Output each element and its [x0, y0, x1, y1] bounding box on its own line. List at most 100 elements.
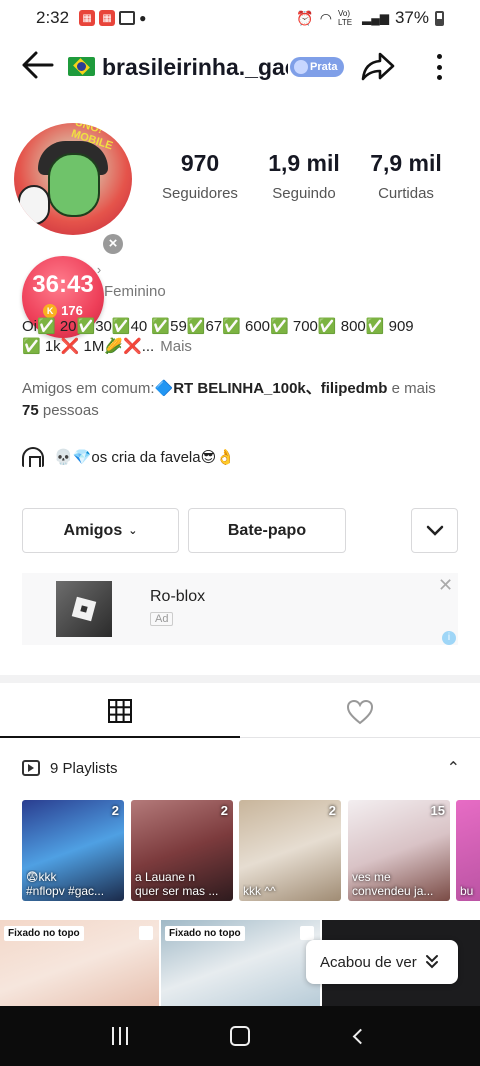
- dot-icon: [436, 75, 442, 80]
- playlist-count: 15: [430, 803, 445, 818]
- playlist-caption: bu: [460, 884, 474, 898]
- ad-tag: Ad: [150, 612, 174, 626]
- status-right: ⏰ ◠ Vo) LTE ▂▄▆ 37%: [296, 8, 444, 28]
- system-nav-bar: [0, 1006, 480, 1066]
- playlist-card[interactable]: 2 😨kkk #nflopv #gac...: [22, 800, 124, 901]
- video-thumbnail[interactable]: Fixado no topo: [0, 920, 159, 1006]
- mutual-prefix: Amigos em comum:: [22, 380, 155, 397]
- coin-icon: K: [43, 303, 58, 318]
- battery-icon: [435, 10, 444, 26]
- playlist-count: 2: [328, 803, 336, 818]
- group-name: 💀💎os cria da favela😎👌: [54, 449, 235, 466]
- mutual-count-suffix: pessoas: [38, 402, 99, 419]
- notification-icons: ▦ ▦ ●: [79, 10, 146, 26]
- arrow-left-icon: [22, 51, 54, 79]
- bio-line-1: Oi✅ 20✅30✅40 ✅59✅67✅ 600✅ 700✅ 800✅ 909: [22, 318, 414, 335]
- avatar-face: [48, 153, 100, 217]
- bio: Oi✅ 20✅30✅40 ✅59✅67✅ 600✅ 700✅ 800✅ 909 …: [22, 317, 462, 357]
- playlist-card[interactable]: bu: [456, 800, 480, 901]
- brazil-flag-icon: [68, 57, 95, 76]
- recents-button[interactable]: [105, 1021, 135, 1051]
- pin-icon: [139, 926, 153, 940]
- image-icon: [119, 11, 136, 25]
- bio-line-2-text: ✅ 1k❌ 1M🌽❌...: [22, 338, 155, 355]
- mutual-friends[interactable]: Amigos em comum:🔷RT BELINHA_100k、filiped…: [22, 378, 462, 422]
- likes-stat[interactable]: 7,9 mil Curtidas: [358, 150, 454, 202]
- more-options-button[interactable]: [428, 50, 450, 84]
- bio-more-link[interactable]: Mais: [160, 338, 192, 355]
- suggestions-toggle-button[interactable]: [411, 508, 458, 553]
- clock: 2:32: [36, 8, 70, 27]
- playlist-caption: ves me convendeu ja...: [352, 870, 434, 898]
- close-icon[interactable]: ×: [103, 234, 123, 254]
- home-icon: [230, 1026, 250, 1046]
- ad-banner[interactable]: Ro-blox Ad ✕ i: [22, 573, 458, 645]
- pinned-badge: Fixado no topo: [4, 926, 84, 941]
- chevron-down-icon: ⌄: [128, 525, 138, 537]
- followers-count: 970: [180, 150, 220, 176]
- share-icon: [361, 52, 395, 81]
- following-label: Seguindo: [272, 185, 336, 202]
- roblox-logo-icon: [56, 581, 112, 637]
- ad-title: Ro-blox: [150, 588, 206, 605]
- mutual-count: 75: [22, 402, 39, 419]
- dot-icon: [436, 64, 442, 70]
- coin-count: 176: [61, 303, 83, 318]
- double-chevron-down-icon: [425, 955, 438, 969]
- share-button[interactable]: [360, 50, 398, 84]
- just-watched-button[interactable]: Acabou de ver: [306, 940, 458, 984]
- friends-button-label: Amigos: [63, 521, 123, 539]
- recents-icon: [112, 1027, 128, 1045]
- prata-badge[interactable]: Prata: [290, 57, 344, 77]
- playlist-card[interactable]: 2 a Lauane n quer ser mas ...: [131, 800, 233, 901]
- friends-button[interactable]: Amigos ⌄: [22, 508, 179, 553]
- chevron-up-icon[interactable]: ⌃: [447, 758, 460, 778]
- following-stat[interactable]: 1,9 mil Seguindo: [256, 150, 352, 202]
- system-back-button[interactable]: [345, 1021, 375, 1051]
- dot-icon: ●: [139, 11, 147, 25]
- info-icon[interactable]: i: [442, 631, 456, 645]
- followers-stat[interactable]: 970 Seguidores: [152, 150, 248, 202]
- grid-icon: [108, 699, 132, 723]
- home-button[interactable]: [225, 1021, 255, 1051]
- community-icon: [22, 447, 44, 467]
- pin-icon: [300, 926, 314, 940]
- playlist-icon: [22, 760, 40, 776]
- likes-label: Curtidas: [378, 185, 434, 202]
- battery-percent: 37%: [394, 8, 429, 27]
- pinned-badge: Fixado no topo: [165, 926, 245, 941]
- close-icon[interactable]: ✕: [438, 575, 453, 596]
- divider: [0, 675, 480, 683]
- username: brasileirinha._gac: [102, 54, 288, 80]
- mutual-names: 🔷RT BELINHA_100k、filipedmb: [154, 380, 388, 397]
- chevron-left-icon: [352, 1028, 368, 1044]
- chat-button[interactable]: Bate-papo: [188, 508, 346, 553]
- back-button[interactable]: [20, 50, 56, 84]
- tab-videos[interactable]: [0, 686, 240, 738]
- playlist-caption: kkk ^^: [243, 884, 276, 898]
- likes-count: 7,9 mil: [370, 150, 442, 176]
- avatar-dog: [18, 185, 50, 225]
- bio-line-2: ✅ 1k❌ 1M🌽❌... Mais: [22, 337, 462, 357]
- avatar[interactable]: UNO! MOBILE: [14, 123, 132, 235]
- video-thumbnail[interactable]: Fixado no topo: [161, 920, 320, 1006]
- playlist-caption: a Lauane n quer ser mas ...: [135, 870, 219, 898]
- dot-icon: [436, 54, 442, 59]
- group-link[interactable]: 💀💎os cria da favela😎👌: [22, 447, 235, 467]
- playlist-row: 2 😨kkk #nflopv #gac... 2 a Lauane n quer…: [22, 800, 480, 901]
- playlists-header[interactable]: 9 Playlists ⌃: [22, 757, 460, 779]
- playlist-card[interactable]: 15 ves me convendeu ja...: [348, 800, 450, 901]
- playlist-card[interactable]: 2 kkk ^^: [239, 800, 341, 901]
- timer-text: 36:43: [32, 271, 94, 298]
- wifi-icon: ◠: [319, 9, 332, 26]
- tab-liked[interactable]: [240, 686, 480, 738]
- playlist-caption: 😨kkk #nflopv #gac...: [26, 870, 105, 898]
- playlist-count: 2: [111, 803, 119, 818]
- coin-row: K 176: [43, 303, 83, 318]
- playlists-title: 9 Playlists: [50, 759, 118, 777]
- content-tabs: [0, 686, 480, 738]
- gender-label: Feminino: [104, 283, 166, 300]
- signal-text: Vo) LTE: [338, 9, 353, 27]
- just-watched-label: Acabou de ver: [320, 953, 417, 971]
- profile-header: brasileirinha._gac Prata: [0, 44, 480, 90]
